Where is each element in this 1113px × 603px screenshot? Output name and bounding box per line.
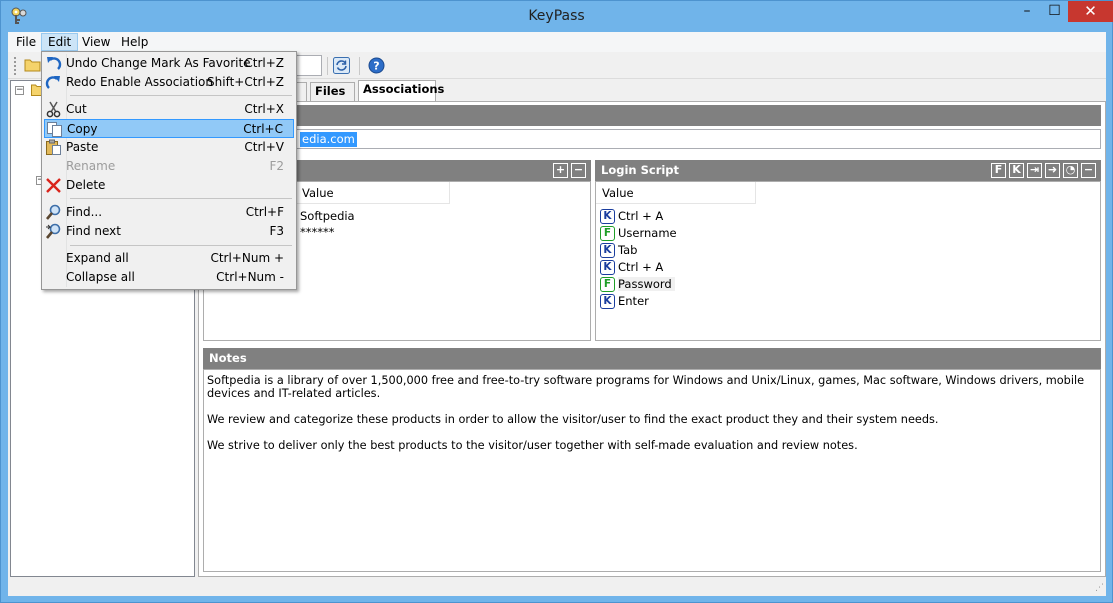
menu-item-redo[interactable]: Redo Enable Association Shift+Ctrl+Z: [44, 73, 294, 92]
field-icon: F: [600, 277, 615, 292]
remove-field-button[interactable]: −: [571, 163, 586, 178]
fields-buttons: + −: [553, 163, 587, 178]
url-selected-text: edia.com: [300, 132, 357, 147]
entry-details: es Files Associations edia.com + −: [198, 80, 1106, 577]
menu-bar: File Edit View Help: [8, 32, 1106, 52]
section-header-notes: Notes: [203, 348, 1101, 369]
menu-separator: [70, 245, 292, 246]
minimize-button[interactable]: –: [1013, 1, 1041, 22]
section-header-login-script: Login Script F K ⇥ ➜ ◔ −: [595, 160, 1101, 181]
menu-item-undo[interactable]: Undo Change Mark As Favorite Ctrl+Z: [44, 54, 294, 73]
find-icon: [46, 204, 61, 220]
undo-icon: [47, 57, 62, 70]
column-header-value[interactable]: Value: [296, 182, 450, 204]
insert-delay-button[interactable]: ◔: [1063, 163, 1078, 178]
insert-tab-button[interactable]: ⇥: [1027, 163, 1042, 178]
toolbar-separator: [327, 57, 328, 75]
menu-item-cut[interactable]: Cut Ctrl+X: [44, 100, 294, 119]
menu-item-collapse-all[interactable]: Collapse all Ctrl+Num -: [44, 268, 294, 287]
menu-edit[interactable]: Edit: [41, 33, 79, 51]
keystroke-icon: K: [600, 260, 615, 275]
menu-item-delete[interactable]: Delete: [44, 176, 294, 195]
script-step[interactable]: K Enter: [600, 293, 649, 310]
login-script-buttons: F K ⇥ ➜ ◔ −: [991, 163, 1097, 178]
toolbar-separator: [359, 57, 360, 75]
notes-textarea[interactable]: Softpedia is a library of over 1,500,000…: [203, 369, 1101, 572]
add-field-button[interactable]: +: [553, 163, 568, 178]
maximize-button[interactable]: ☐: [1041, 1, 1068, 22]
insert-keystroke-button[interactable]: K: [1009, 163, 1024, 178]
keystroke-icon: K: [600, 209, 615, 224]
section-header-url: [203, 105, 1101, 126]
menu-item-find-next[interactable]: Find next F3: [44, 222, 294, 241]
title-bar[interactable]: KeyPass – ☐ ✕: [1, 1, 1113, 32]
menu-separator: [70, 95, 292, 96]
column-header-value[interactable]: Value: [596, 182, 756, 204]
status-bar: ⋰: [8, 578, 1106, 596]
script-step[interactable]: F Password: [600, 276, 675, 293]
url-field[interactable]: edia.com: [203, 129, 1101, 149]
notes-paragraph: We strive to deliver only the best produ…: [207, 439, 858, 452]
tree-collapse-toggle[interactable]: −: [15, 86, 24, 95]
notes-paragraph: Softpedia is a library of over 1,500,000…: [207, 374, 1085, 400]
insert-field-button[interactable]: F: [991, 163, 1006, 178]
keystroke-icon: K: [600, 294, 615, 309]
menu-item-expand-all[interactable]: Expand all Ctrl+Num +: [44, 249, 294, 268]
script-step[interactable]: K Tab: [600, 242, 637, 259]
close-button[interactable]: ✕: [1068, 1, 1113, 22]
tab-page: edia.com + − Value Softpedia ****** Logi…: [198, 101, 1106, 577]
redo-icon: [45, 76, 60, 89]
script-step[interactable]: F Username: [600, 225, 677, 242]
field-icon: F: [600, 226, 615, 241]
paste-icon: [46, 139, 61, 155]
script-step[interactable]: K Ctrl + A: [600, 208, 663, 225]
scissors-icon: [46, 101, 61, 118]
window-title: KeyPass: [528, 8, 585, 24]
tab-strip: es Files Associations: [198, 80, 1106, 101]
login-script-list[interactable]: Value K Ctrl + A F Username K Tab K Ctrl + A: [595, 181, 1101, 341]
open-folder-icon[interactable]: [24, 57, 42, 73]
notes-paragraph: We review and categorize these products …: [207, 413, 939, 426]
help-icon[interactable]: ?: [368, 57, 385, 74]
resize-grip[interactable]: ⋰: [1092, 582, 1104, 594]
tab-associations[interactable]: Associations: [358, 80, 444, 101]
menu-item-paste[interactable]: Paste Ctrl+V: [44, 138, 294, 157]
menu-item-rename[interactable]: Rename F2: [44, 157, 294, 176]
script-step[interactable]: K Ctrl + A: [600, 259, 663, 276]
menu-separator: [70, 198, 292, 199]
insert-enter-button[interactable]: ➜: [1045, 163, 1060, 178]
remove-step-button[interactable]: −: [1081, 163, 1096, 178]
login-script-title: Login Script: [601, 163, 680, 177]
menu-item-find[interactable]: Find... Ctrl+F: [44, 203, 294, 222]
tab-files[interactable]: Files: [310, 82, 355, 101]
find-next-icon: [46, 223, 61, 239]
keystroke-icon: K: [600, 243, 615, 258]
delete-icon: [46, 178, 61, 193]
copy-icon: [47, 122, 62, 137]
menu-view[interactable]: View: [76, 33, 116, 51]
edit-menu-dropdown: Undo Change Mark As Favorite Ctrl+Z Redo…: [41, 51, 297, 290]
menu-file[interactable]: File: [10, 33, 42, 51]
menu-item-copy[interactable]: Copy Ctrl+C: [44, 119, 294, 138]
toolbar-grip[interactable]: [14, 57, 17, 75]
sync-icon[interactable]: [333, 57, 350, 74]
svg-text:?: ?: [373, 60, 379, 73]
menu-help[interactable]: Help: [115, 33, 154, 51]
field-value[interactable]: Softpedia: [300, 208, 355, 225]
field-value[interactable]: ******: [300, 224, 335, 241]
app-window: KeyPass – ☐ ✕ File Edit View Help ? − Fi…: [0, 0, 1113, 603]
